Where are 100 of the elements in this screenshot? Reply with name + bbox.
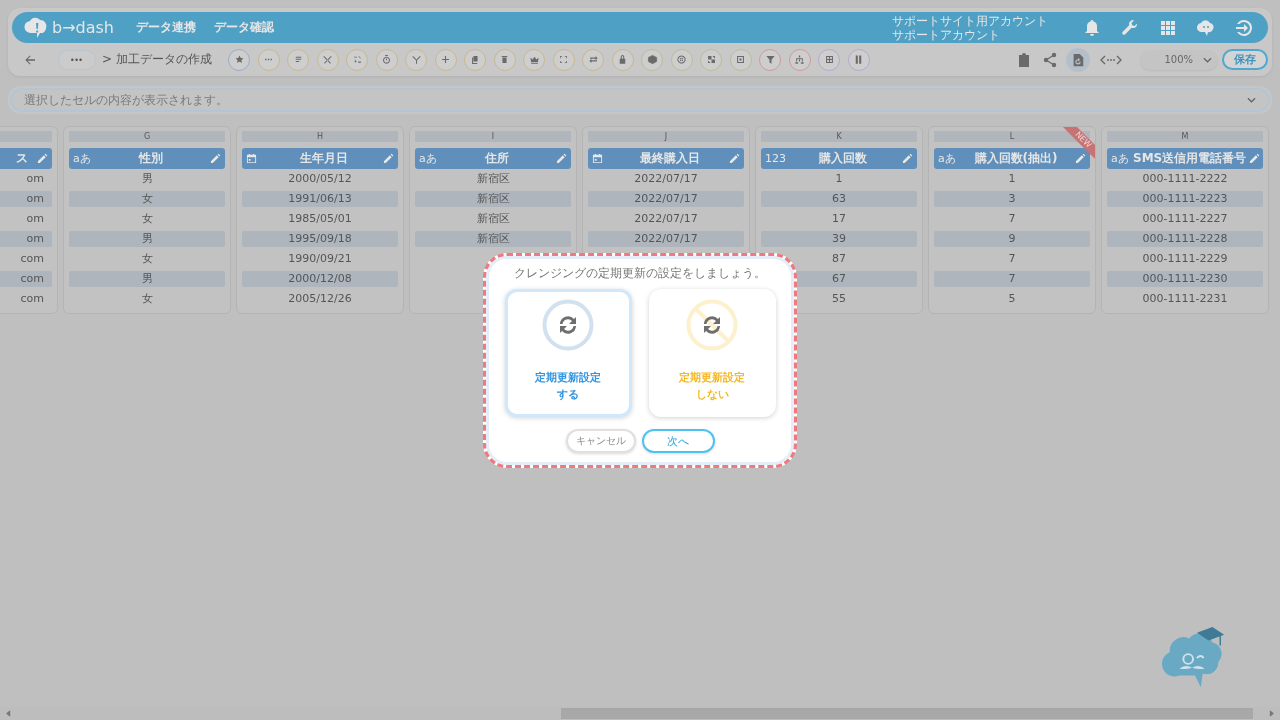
calendar-icon <box>592 153 603 164</box>
column-title: 購入回数 <box>819 150 867 167</box>
shrink-icon[interactable] <box>552 48 575 71</box>
table-cell-text: 000-1111-2229 <box>1141 251 1229 267</box>
type-label: aあ <box>1111 151 1129 166</box>
column-letter: J <box>588 131 744 142</box>
logo-text[interactable]: b→dash <box>52 18 114 37</box>
zoom-select[interactable]: 100% <box>1140 49 1218 70</box>
table-cell-text: 000-1111-2231 <box>1141 291 1229 307</box>
column-header[interactable]: ス <box>0 148 52 169</box>
crown-icon[interactable] <box>523 48 545 71</box>
trash-icon[interactable] <box>493 48 516 71</box>
logout-icon[interactable] <box>1234 17 1254 38</box>
option-card[interactable]: 定期更新設定 する <box>504 289 632 417</box>
table-cell: 39 <box>761 231 917 247</box>
settings-icon[interactable] <box>1120 17 1140 38</box>
table-cell-text: om <box>25 211 45 227</box>
table-cell-text: 新宿区 <box>475 171 511 187</box>
mascot-icon[interactable] <box>1196 17 1216 38</box>
plus-icon[interactable] <box>434 48 457 71</box>
calculator-icon[interactable] <box>346 48 368 71</box>
type-label: 123 <box>765 152 786 165</box>
table-cell: 2022/07/17 <box>588 191 744 207</box>
repeat-icon[interactable] <box>582 48 604 71</box>
chevron-icon[interactable] <box>1247 97 1256 103</box>
cell-content-field[interactable]: 選択したセルの内容が表示されます。 <box>10 88 1270 112</box>
table-cell: 1991/06/13 <box>242 191 398 207</box>
save-button[interactable]: 保存 <box>1222 49 1268 70</box>
stopwatch-icon[interactable] <box>375 48 398 71</box>
table-cell-text: 2005/12/26 <box>287 291 353 307</box>
column-title: 住所 <box>485 150 509 167</box>
back-arrow-icon[interactable] <box>24 53 36 66</box>
table-cell-text: 1985/05/01 <box>287 211 353 227</box>
table-cell: 000-1111-2228 <box>1107 231 1263 247</box>
table-cell: 2022/07/17 <box>588 231 744 247</box>
table-cell: com <box>0 271 52 287</box>
table-cell-text: 000-1111-2227 <box>1141 211 1229 227</box>
column-letter: G <box>69 131 225 142</box>
copy-icon[interactable] <box>464 48 486 71</box>
lock-icon[interactable] <box>611 48 634 71</box>
calendar-icon <box>246 153 257 164</box>
document-icon[interactable] <box>1066 47 1090 72</box>
breadcrumb: > 加工データの作成 <box>102 51 213 68</box>
table-cell-text: 女 <box>140 251 154 267</box>
column-header[interactable]: 123 購入回数 <box>761 148 917 169</box>
pencil-icon[interactable] <box>1249 153 1261 164</box>
pencil-icon[interactable] <box>1075 153 1086 164</box>
table-cell: 男 <box>69 231 225 247</box>
column-header[interactable]: 生年月日 <box>242 148 398 169</box>
table-cell-text: 000-1111-2222 <box>1141 171 1229 187</box>
column-header[interactable]: aあ 購入回数(抽出) <box>934 148 1090 169</box>
share-icon[interactable] <box>1042 51 1058 68</box>
code-icon[interactable] <box>1100 53 1122 66</box>
more-button[interactable]: ••• <box>58 49 96 70</box>
table-cell: 3 <box>934 191 1090 207</box>
table-cell: 新宿区 <box>415 231 571 247</box>
scroll-left-icon[interactable] <box>6 710 11 717</box>
column-title: SMS送信用電話番号 <box>1133 150 1247 167</box>
pencil-icon[interactable] <box>37 153 48 164</box>
table-cell-text: 新宿区 <box>475 211 511 227</box>
column-header[interactable]: 最終購入日 <box>588 148 744 169</box>
scroll-right-icon[interactable] <box>1269 710 1274 717</box>
type-label: aあ <box>419 151 437 166</box>
table-cell: 新宿区 <box>415 191 571 207</box>
column-header[interactable]: aあ 性別 <box>69 148 225 169</box>
column-letter: H <box>242 131 398 142</box>
table-cell: 1995/09/18 <box>242 231 398 247</box>
pencil-icon[interactable] <box>902 153 913 164</box>
table-cell: 000-1111-2230 <box>1107 271 1263 287</box>
table-cell-text: 女 <box>140 291 154 307</box>
grid-icon[interactable] <box>818 48 840 71</box>
table-cell-text: 1 <box>1007 171 1017 187</box>
branch-icon[interactable] <box>405 48 427 71</box>
column-header[interactable]: aあ SMS送信用電話番号 <box>1107 148 1263 169</box>
table-cell-text: 5 <box>1007 291 1017 307</box>
next-button[interactable]: 次へ <box>641 429 715 453</box>
table-cell-text: 7 <box>1007 251 1017 267</box>
table-cell-text: 男 <box>140 171 154 187</box>
table-cell: 女 <box>69 191 225 207</box>
pencil-icon[interactable] <box>210 153 221 164</box>
nav-link[interactable]: データ確認 <box>214 19 274 36</box>
chevron-icon[interactable] <box>1203 56 1212 63</box>
pencil-icon[interactable] <box>556 153 567 164</box>
table-cell-text: com <box>19 291 45 307</box>
list-icon[interactable] <box>287 48 309 71</box>
column-title: 生年月日 <box>300 150 348 167</box>
table-cell-text: 87 <box>831 251 847 267</box>
column-header[interactable]: aあ 住所 <box>415 148 571 169</box>
pencil-icon[interactable] <box>383 153 394 164</box>
clipboard-icon[interactable] <box>1016 51 1032 68</box>
table-cell-text: 17 <box>831 211 847 227</box>
column-letter: K <box>761 131 917 142</box>
table-cell-text: com <box>19 251 45 267</box>
column-letter: M <box>1107 131 1263 142</box>
filter-icon[interactable] <box>759 48 781 71</box>
table-cell-text: om <box>25 171 45 187</box>
pencil-icon[interactable] <box>729 153 740 164</box>
cancel-button[interactable]: キャンセル <box>565 429 636 453</box>
nav-link[interactable]: データ連携 <box>136 19 196 36</box>
hierarchy-icon[interactable] <box>788 48 811 71</box>
